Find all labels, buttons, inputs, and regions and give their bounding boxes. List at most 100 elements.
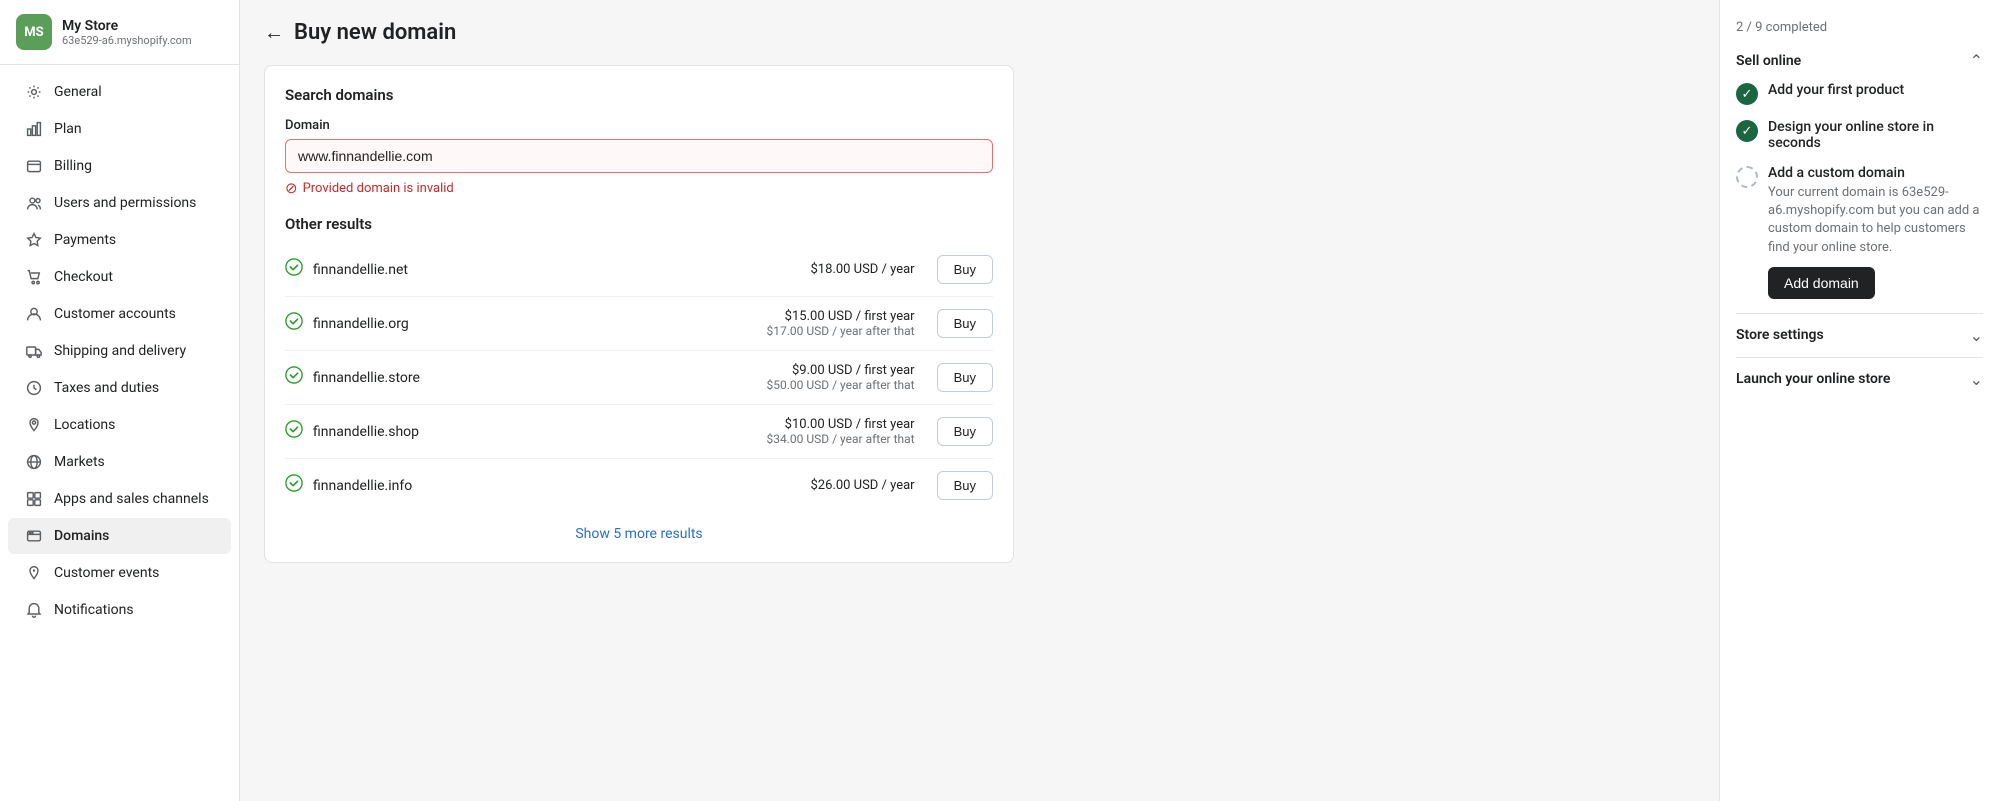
page-header: ← Buy new domain xyxy=(264,20,1695,45)
sell-online-section-header[interactable]: Sell online ⌃ xyxy=(1736,51,1983,70)
launch-store-chevron: ⌄ xyxy=(1970,370,1983,389)
domain-price-col: $10.00 USD / first year$34.00 USD / year… xyxy=(766,417,914,446)
sidebar-item-label-taxes: Taxes and duties xyxy=(54,380,159,396)
other-results-title: Other results xyxy=(285,215,993,233)
store-settings-title: Store settings xyxy=(1736,327,1824,343)
main-content-area: ← Buy new domain Search domains Domain ⊘… xyxy=(240,0,1719,801)
sidebar-item-plan[interactable]: Plan xyxy=(8,111,231,147)
store-settings-section[interactable]: Store settings ⌄ xyxy=(1736,313,1983,357)
domain-input[interactable] xyxy=(285,139,993,173)
sidebar-item-domains[interactable]: Domains xyxy=(8,518,231,554)
available-icon xyxy=(285,312,303,335)
domain-price-col: $18.00 USD / year xyxy=(810,262,914,277)
sidebar-item-apps[interactable]: Apps and sales channels xyxy=(8,481,231,517)
available-icon xyxy=(285,258,303,281)
sidebar-item-label-domains: Domains xyxy=(54,528,109,544)
domain-result-row: finnandellie.net $18.00 USD / year Buy xyxy=(285,243,993,297)
sidebar-item-label-users: Users and permissions xyxy=(54,195,196,211)
domain-input-wrap xyxy=(285,139,993,173)
plan-icon xyxy=(24,119,44,139)
sidebar-item-label-customer-accounts: Customer accounts xyxy=(54,306,176,322)
domain-field-label: Domain xyxy=(285,118,993,133)
domain-price-col: $9.00 USD / first year$50.00 USD / year … xyxy=(766,363,914,392)
progress-text: 2 / 9 completed xyxy=(1736,20,1983,35)
payments-icon xyxy=(24,230,44,250)
show-more-link[interactable]: Show 5 more results xyxy=(285,526,993,542)
sell-online-title: Sell online xyxy=(1736,53,1801,69)
locations-icon xyxy=(24,415,44,435)
task-item-first-product: ✓Add your first product xyxy=(1736,82,1983,105)
sidebar-item-users[interactable]: Users and permissions xyxy=(8,185,231,221)
sidebar: MS My Store 63e529-a6.myshopify.com Gene… xyxy=(0,0,240,801)
task-cta-custom-domain[interactable]: Add domain xyxy=(1768,267,1875,299)
task-desc-custom-domain: Your current domain is 63e529-a6.myshopi… xyxy=(1768,184,1983,257)
price-sub: $50.00 USD / year after that xyxy=(766,378,914,392)
store-name: My Store xyxy=(62,18,192,34)
sidebar-item-taxes[interactable]: Taxes and duties xyxy=(8,370,231,406)
domain-price-col: $26.00 USD / year xyxy=(810,478,914,493)
launch-store-section[interactable]: Launch your online store ⌄ xyxy=(1736,357,1983,401)
price-main: $26.00 USD / year xyxy=(810,478,914,493)
price-main: $9.00 USD / first year xyxy=(766,363,914,378)
general-icon xyxy=(24,82,44,102)
task-item-design-store: ✓ Design your online store in seconds xyxy=(1736,119,1983,151)
sidebar-item-billing[interactable]: Billing xyxy=(8,148,231,184)
domain-result-name: finnandellie.info xyxy=(313,478,800,494)
domain-result-row: finnandellie.info $26.00 USD / year Buy xyxy=(285,459,993,512)
sidebar-item-label-billing: Billing xyxy=(54,158,92,174)
sidebar-item-payments[interactable]: Payments xyxy=(8,222,231,258)
task-label-design-store: Design your online store in seconds xyxy=(1768,119,1983,151)
sidebar-item-label-notifications: Notifications xyxy=(54,602,134,618)
sidebar-item-label-payments: Payments xyxy=(54,232,116,248)
buy-button-finnandellie.shop[interactable]: Buy xyxy=(937,417,993,446)
sidebar-item-locations[interactable]: Locations xyxy=(8,407,231,443)
buy-button-finnandellie.org[interactable]: Buy xyxy=(937,309,993,338)
task-label-custom-domain: Add a custom domain xyxy=(1768,165,1983,181)
buy-button-finnandellie.net[interactable]: Buy xyxy=(937,255,993,284)
task-info-first-product: Add your first product xyxy=(1768,82,1904,98)
right-panel: 2 / 9 completed Sell online ⌃ ✓Add your … xyxy=(1719,0,1999,801)
task-check-custom-domain xyxy=(1736,166,1758,188)
sidebar-item-markets[interactable]: Markets xyxy=(8,444,231,480)
search-card-title: Search domains xyxy=(285,86,993,104)
domain-price-col: $15.00 USD / first year$17.00 USD / year… xyxy=(766,309,914,338)
users-icon xyxy=(24,193,44,213)
store-header[interactable]: MS My Store 63e529-a6.myshopify.com xyxy=(0,0,239,65)
page-title: Buy new domain xyxy=(294,20,456,45)
customer-accounts-icon xyxy=(24,304,44,324)
error-message: ⊘ Provided domain is invalid xyxy=(285,179,993,197)
task-info-custom-domain: Add a custom domain Your current domain i… xyxy=(1768,165,1983,299)
taxes-icon xyxy=(24,378,44,398)
sidebar-item-shipping[interactable]: Shipping and delivery xyxy=(8,333,231,369)
domain-result-name: finnandellie.net xyxy=(313,262,800,278)
sidebar-item-notifications[interactable]: Notifications xyxy=(8,592,231,628)
price-main: $10.00 USD / first year xyxy=(766,417,914,432)
apps-icon xyxy=(24,489,44,509)
domains-icon xyxy=(24,526,44,546)
domain-result-name: finnandellie.shop xyxy=(313,424,756,440)
store-url: 63e529-a6.myshopify.com xyxy=(62,34,192,47)
buy-button-finnandellie.store[interactable]: Buy xyxy=(937,363,993,392)
price-main: $15.00 USD / first year xyxy=(766,309,914,324)
sidebar-nav: General Plan Billing Users and permissions P… xyxy=(0,65,239,637)
price-main: $18.00 USD / year xyxy=(810,262,914,277)
error-text: Provided domain is invalid xyxy=(303,181,454,196)
main-scrollable: ← Buy new domain Search domains Domain ⊘… xyxy=(240,0,1719,801)
sidebar-item-label-general: General xyxy=(54,84,102,100)
task-check-design-store: ✓ xyxy=(1736,120,1758,142)
checkout-icon xyxy=(24,267,44,287)
sidebar-item-checkout[interactable]: Checkout xyxy=(8,259,231,295)
sidebar-item-label-customer-events: Customer events xyxy=(54,565,159,581)
sidebar-item-customer-accounts[interactable]: Customer accounts xyxy=(8,296,231,332)
sidebar-item-general[interactable]: General xyxy=(8,74,231,110)
sidebar-item-label-apps: Apps and sales channels xyxy=(54,491,209,507)
back-button[interactable]: ← xyxy=(264,23,284,43)
available-icon xyxy=(285,366,303,389)
sidebar-item-customer-events[interactable]: Customer events xyxy=(8,555,231,591)
tasks-list: ✓Add your first product ✓ Design your onli… xyxy=(1736,82,1983,299)
sidebar-item-label-markets: Markets xyxy=(54,454,105,470)
store-avatar: MS xyxy=(16,14,52,50)
launch-store-title: Launch your online store xyxy=(1736,371,1890,387)
domain-result-name: finnandellie.store xyxy=(313,370,756,386)
buy-button-finnandellie.info[interactable]: Buy xyxy=(937,471,993,500)
